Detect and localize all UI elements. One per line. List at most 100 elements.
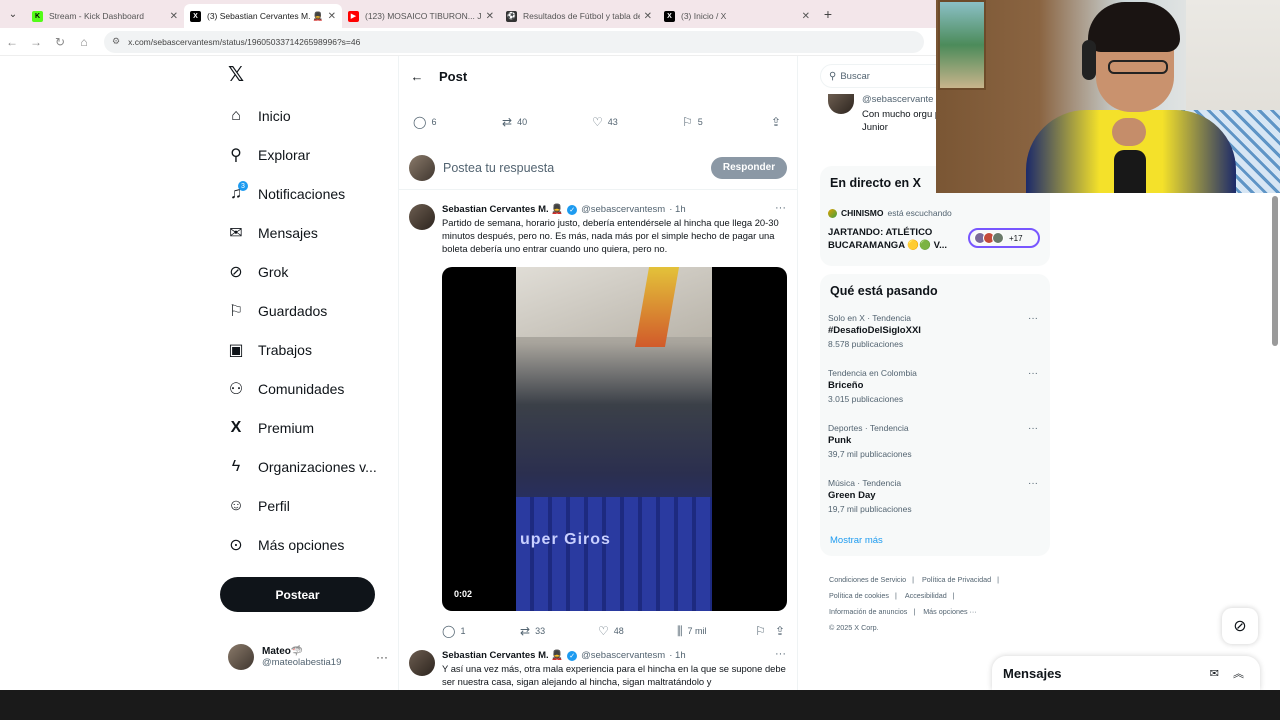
url-field[interactable]: ⚙ x.com/sebascervantesm/status/196050337…	[104, 30, 924, 53]
trend-item[interactable]: Música · Tendencia Green Day 19,7 mil pu…	[828, 478, 1048, 514]
browser-tab-youtube[interactable]: ▶ (123) MOSAICO TIBURON... JUNIOR ✕	[342, 4, 500, 28]
new-message-icon[interactable]: ✉	[1210, 667, 1219, 680]
bookmark-action[interactable]: ⚐ 5	[682, 115, 703, 129]
avatar[interactable]	[409, 650, 435, 676]
mail-icon: ✉	[229, 225, 243, 242]
footer-link-privacy[interactable]: Política de Privacidad	[922, 575, 991, 584]
tweet[interactable]: Sebastian Cervantes M. 💂 ✓ @sebascervant…	[399, 202, 797, 644]
live-space-title[interactable]: JARTANDO: ATLÉTICO BUCARAMANGA 🟡🟢 V...	[828, 226, 968, 252]
streamer-hair	[1088, 2, 1180, 52]
tab-list-chevron-icon[interactable]: ⌄	[0, 0, 26, 28]
grok-floating-button[interactable]: ⊘	[1222, 608, 1258, 644]
wall-poster	[938, 0, 986, 90]
tweet-author-name[interactable]: Sebastian Cervantes M. 💂	[442, 650, 563, 661]
sidebar-item-notificaciones[interactable]: ♫ 3 Notificaciones	[220, 179, 345, 209]
close-tab-icon[interactable]: ✕	[328, 11, 336, 22]
trend-item[interactable]: Solo en X · Tendencia #DesafioDelSigloXX…	[828, 313, 1048, 349]
sidebar-item-premium[interactable]: X Premium	[220, 413, 314, 443]
left-sidebar: 𝕏 ⌂ Inicio ⚲ Explorar ♫ 3 Notificaciones …	[220, 56, 390, 690]
avatar	[228, 644, 254, 670]
tweet[interactable]: Sebastian Cervantes M. 💂 ✓ @sebascervant…	[399, 648, 797, 690]
more-icon[interactable]: ···	[1028, 423, 1038, 434]
sidebar-item-explorar[interactable]: ⚲ Explorar	[220, 140, 310, 170]
bottom-bar	[0, 690, 1280, 720]
sidebar-item-inicio[interactable]: ⌂ Inicio	[220, 101, 291, 131]
reload-icon[interactable]: ↻	[48, 35, 72, 49]
sidebar-item-comunidades[interactable]: ⚇ Comunidades	[220, 374, 345, 404]
close-tab-icon[interactable]: ✕	[170, 11, 178, 22]
sidebar-item-mensajes[interactable]: ✉ Mensajes	[220, 218, 318, 248]
tweet-author-handle[interactable]: @sebascervantesm	[581, 204, 665, 215]
messages-drawer[interactable]: Mensajes ✉ ︽	[992, 656, 1260, 690]
bookmark-icon: ⚐	[682, 115, 693, 129]
avatar[interactable]	[409, 204, 435, 230]
new-tab-plus-icon[interactable]: +	[816, 6, 840, 22]
streamer-hand	[1112, 118, 1146, 146]
listener-count: +17	[1009, 233, 1023, 243]
browser-tab-kick[interactable]: K Stream - Kick Dashboard ✕	[26, 4, 184, 28]
footer-link-cookies[interactable]: Política de cookies	[829, 591, 889, 600]
repost-action[interactable]: ⇄ 40	[502, 115, 527, 129]
tweet-video[interactable]: uper Giros 0:02	[442, 267, 787, 611]
browser-tab-x-post[interactable]: X (3) Sebastian Cervantes M. 💂 en X ✕	[184, 4, 342, 28]
forward-arrow-icon[interactable]: →	[24, 35, 48, 49]
post-header: ← Post	[399, 56, 797, 96]
footer-link-ads[interactable]: Información de anuncios	[829, 607, 907, 616]
scrollbar[interactable]	[1272, 196, 1278, 346]
tweet-time[interactable]: · 1h	[669, 650, 685, 661]
reply-button[interactable]: Responder	[711, 156, 787, 179]
close-tab-icon[interactable]: ✕	[802, 11, 810, 22]
footer-link-terms[interactable]: Condiciones de Servicio	[829, 575, 906, 584]
more-icon[interactable]: ···	[775, 648, 786, 660]
live-listeners[interactable]: +17	[968, 228, 1040, 248]
post-actions: ◯ 6 ⇄ 40 ♡ 43 ⚐ 5 ⇪	[399, 111, 797, 133]
tweet-time[interactable]: · 1h	[669, 204, 685, 215]
footer-link-more[interactable]: Más opciones ···	[923, 607, 977, 616]
like-action[interactable]: ♡ 43	[592, 115, 618, 129]
expand-chevron-icon[interactable]: ︽	[1233, 665, 1244, 681]
back-arrow-icon[interactable]: ←	[399, 69, 435, 84]
trend-item[interactable]: Tendencia en Colombia Briceño 3.015 publ…	[828, 368, 1048, 404]
more-icon[interactable]: ···	[775, 202, 786, 214]
more-icon[interactable]: ···	[1028, 368, 1038, 379]
sidebar-item-grok[interactable]: ⊘ Grok	[220, 257, 288, 287]
post-button[interactable]: Postear	[220, 577, 375, 612]
account-switcher[interactable]: Mateo🦈 @mateolabestia19 ···	[228, 644, 388, 670]
browser-tab-x-home[interactable]: X (3) Inicio / X ✕	[658, 4, 816, 28]
like-action[interactable]: ♡ 48	[598, 624, 624, 638]
bookmark-action[interactable]: ⚐	[755, 624, 771, 638]
site-info-icon[interactable]: ⚙	[112, 36, 120, 47]
trend-item[interactable]: Deportes · Tendencia Punk 39,7 mil publi…	[828, 423, 1048, 459]
sidebar-item-guardados[interactable]: ⚐ Guardados	[220, 296, 327, 326]
close-tab-icon[interactable]: ✕	[644, 11, 652, 22]
footer-link-accessibility[interactable]: Accesibilidad	[905, 591, 947, 600]
sidebar-item-perfil[interactable]: ☺ Perfil	[220, 491, 290, 521]
views-action[interactable]: ⫼ 7 mil	[677, 624, 707, 639]
show-more-link[interactable]: Mostrar más	[830, 535, 883, 546]
browser-tab-results[interactable]: ⚽ Resultados de Fútbol y tabla de ✕	[500, 4, 658, 28]
close-tab-icon[interactable]: ✕	[486, 11, 494, 22]
more-icon[interactable]: ···	[1028, 313, 1038, 324]
x-logo-icon[interactable]: 𝕏	[228, 65, 246, 85]
back-arrow-icon[interactable]: ←	[0, 35, 24, 49]
share-action[interactable]: ⇪	[775, 624, 790, 638]
reply-action[interactable]: ◯ 1	[442, 624, 465, 638]
sidebar-item-trabajos[interactable]: ▣ Trabajos	[220, 335, 312, 365]
sidebar-item-organizaciones[interactable]: ϟ Organizaciones v...	[220, 452, 377, 482]
repost-action[interactable]: ⇄ 33	[520, 624, 545, 638]
microphone	[1114, 150, 1146, 193]
reply-icon: ◯	[413, 115, 427, 129]
share-icon: ⇪	[771, 115, 782, 129]
live-host-row[interactable]: CHINISMO está escuchando	[828, 208, 952, 218]
tweet-author-handle[interactable]: @sebascervantesm	[581, 650, 665, 661]
sidebar-item-mas-opciones[interactable]: ⊙ Más opciones	[220, 530, 344, 560]
x-icon: X	[664, 10, 675, 22]
x-icon: X	[190, 10, 201, 22]
reply-action[interactable]: ◯ 6	[413, 115, 436, 129]
share-action[interactable]: ⇪	[771, 115, 786, 129]
reply-input[interactable]: Postea tu respuesta	[443, 161, 554, 175]
more-icon[interactable]: ···	[1028, 478, 1038, 489]
home-browser-icon[interactable]: ⌂	[72, 35, 96, 49]
tweet-author-name[interactable]: Sebastian Cervantes M. 💂	[442, 204, 563, 215]
more-icon[interactable]: ···	[376, 650, 388, 664]
